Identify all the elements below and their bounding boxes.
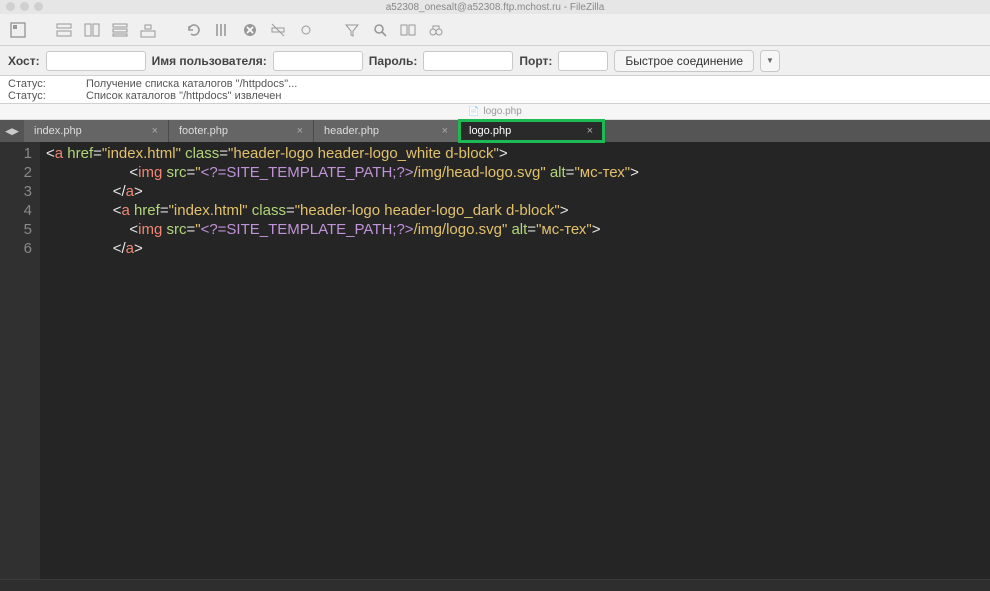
- filter-icon[interactable]: [340, 18, 364, 42]
- binoculars-icon[interactable]: [424, 18, 448, 42]
- tab-nav-arrows[interactable]: ◀▶: [0, 120, 24, 142]
- minimize-dot[interactable]: [20, 2, 29, 11]
- line-gutter: 123456: [0, 142, 40, 579]
- toggle-log-icon[interactable]: [52, 18, 76, 42]
- window-titlebar: a52308_onesalt@a52308.ftp.mchost.ru - Fi…: [0, 0, 990, 14]
- tab-close-icon[interactable]: ×: [442, 125, 448, 137]
- tab-close-icon[interactable]: ×: [297, 125, 303, 137]
- reconnect-icon[interactable]: [294, 18, 318, 42]
- quickconnect-dropdown[interactable]: ▼: [760, 50, 780, 72]
- sitemanager-icon[interactable]: [6, 18, 30, 42]
- host-label: Хост:: [8, 54, 40, 68]
- log-pane: Статус: Получение списка каталогов "/http…: [0, 76, 990, 104]
- tab-label: footer.php: [179, 125, 228, 137]
- tab-label: header.php: [324, 125, 379, 137]
- process-queue-icon[interactable]: [210, 18, 234, 42]
- editor-tab[interactable]: header.php ×: [314, 120, 459, 142]
- compare-icon[interactable]: [396, 18, 420, 42]
- editor-tab[interactable]: index.php ×: [24, 120, 169, 142]
- file-icon: 📄: [468, 106, 479, 117]
- user-label: Имя пользователя:: [152, 54, 267, 68]
- port-label: Порт:: [519, 54, 552, 68]
- cancel-icon[interactable]: [238, 18, 262, 42]
- toggle-local-icon[interactable]: [80, 18, 104, 42]
- zoom-dot[interactable]: [34, 2, 43, 11]
- toggle-tree-icon[interactable]: [136, 18, 160, 42]
- editor-filename: logo.php: [483, 106, 521, 117]
- host-input[interactable]: [46, 51, 146, 71]
- traffic-lights: [6, 2, 43, 11]
- log-status-label: Статус:: [8, 78, 58, 90]
- editor-tab[interactable]: footer.php ×: [169, 120, 314, 142]
- tab-label: index.php: [34, 125, 82, 137]
- log-status-label: Статус:: [8, 90, 58, 102]
- search-icon[interactable]: [368, 18, 392, 42]
- tab-close-icon[interactable]: ×: [587, 125, 593, 137]
- pass-input[interactable]: [423, 51, 513, 71]
- editor-tabbar: ◀▶ index.php×footer.php×header.php×logo.…: [0, 120, 990, 142]
- editor-tab[interactable]: logo.php ×: [459, 120, 604, 142]
- refresh-icon[interactable]: [182, 18, 206, 42]
- code-content[interactable]: <a href="index.html" class="header-logo …: [40, 142, 990, 579]
- log-line: Получение списка каталогов "/httpdocs"..…: [86, 78, 297, 90]
- quickconnect-bar: Хост: Имя пользователя: Пароль: Порт: Бы…: [0, 46, 990, 76]
- code-editor[interactable]: 123456 <a href="index.html" class="heade…: [0, 142, 990, 579]
- tab-close-icon[interactable]: ×: [152, 125, 158, 137]
- window-title: a52308_onesalt@a52308.ftp.mchost.ru - Fi…: [386, 2, 605, 13]
- tab-label: logo.php: [469, 125, 511, 137]
- pass-label: Пароль:: [369, 54, 418, 68]
- user-input[interactable]: [273, 51, 363, 71]
- port-input[interactable]: [558, 51, 608, 71]
- close-dot[interactable]: [6, 2, 15, 11]
- quickconnect-button[interactable]: Быстрое соединение: [614, 50, 754, 72]
- log-line: Список каталогов "/httpdocs" извлечен: [86, 90, 281, 102]
- toggle-queue-icon[interactable]: [108, 18, 132, 42]
- editor-file-header: 📄 logo.php: [0, 104, 990, 120]
- disconnect-icon[interactable]: [266, 18, 290, 42]
- main-toolbar: [0, 14, 990, 46]
